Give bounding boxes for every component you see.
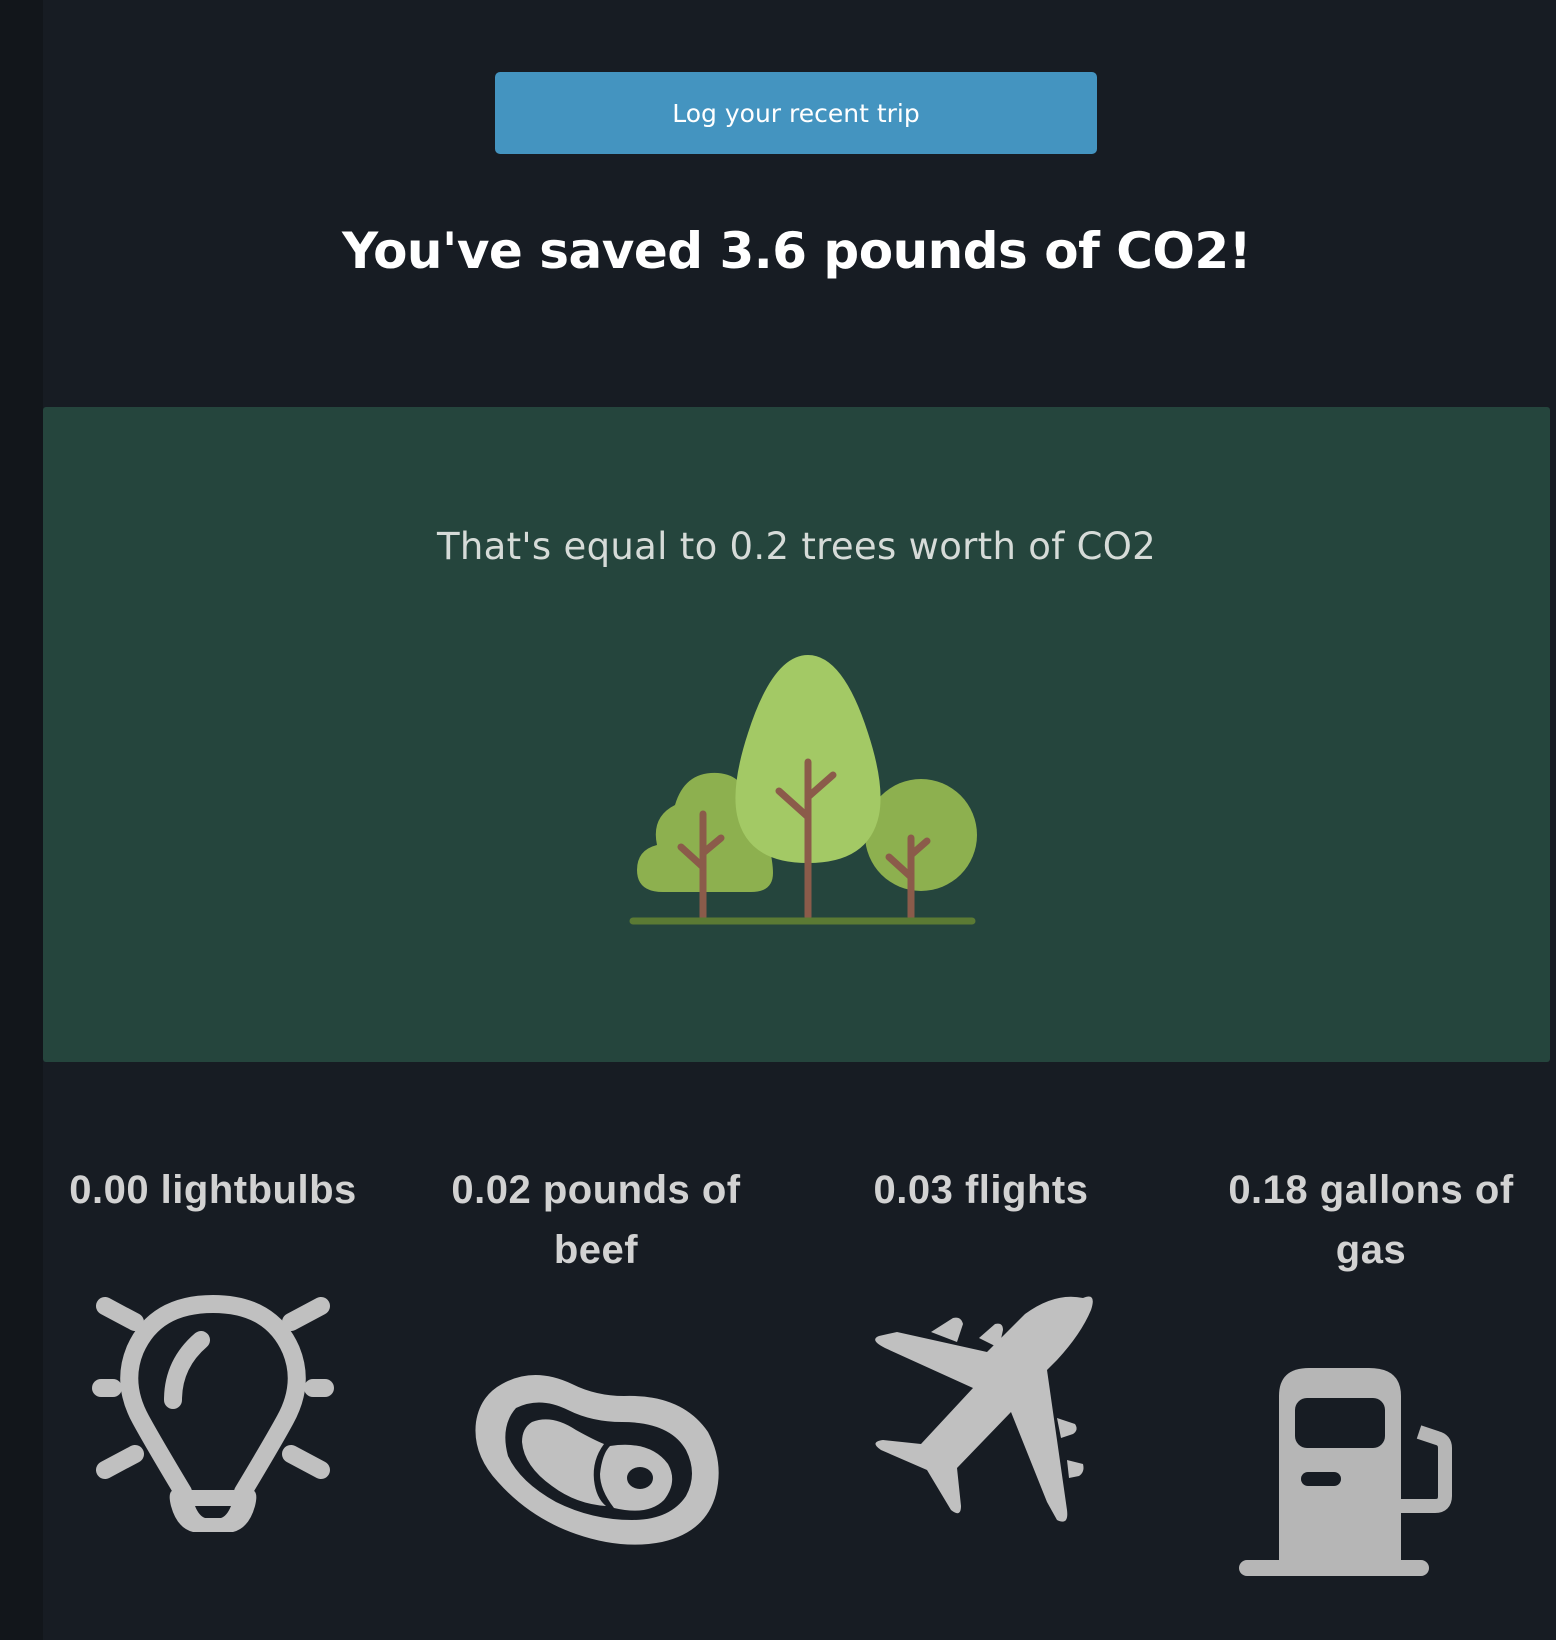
beef-label: 0.02 pounds of beef bbox=[451, 1168, 741, 1272]
equivalents-row: 0.00 lightbulbs 0.02 pounds of beef 0.03… bbox=[43, 1160, 1556, 1640]
main-content: Log your recent trip You've saved 3.6 po… bbox=[43, 0, 1556, 1640]
log-trip-button[interactable]: Log your recent trip bbox=[495, 72, 1097, 154]
equivalent-flights: 0.03 flights bbox=[811, 1160, 1151, 1522]
equivalent-gas: 0.18 gallons of gas bbox=[1201, 1160, 1541, 1576]
gas-pump-icon bbox=[1239, 1368, 1452, 1576]
steak-icon bbox=[475, 1375, 719, 1545]
flights-label: 0.03 flights bbox=[873, 1168, 1089, 1212]
airplane-icon bbox=[875, 1296, 1093, 1522]
left-sidebar-edge bbox=[0, 0, 43, 1640]
trees-icon bbox=[629, 655, 977, 925]
tree-equivalent-text: That's equal to 0.2 trees worth of CO2 bbox=[437, 525, 1156, 568]
lightbulb-icon bbox=[92, 1294, 334, 1532]
equivalent-beef: 0.02 pounds of beef bbox=[426, 1160, 766, 1545]
co2-saved-headline: You've saved 3.6 pounds of CO2! bbox=[341, 222, 1252, 280]
tree-equivalent-card: That's equal to 0.2 trees worth of CO2 bbox=[43, 407, 1550, 1062]
lightbulbs-label: 0.00 lightbulbs bbox=[69, 1168, 357, 1212]
gas-label: 0.18 gallons of gas bbox=[1228, 1168, 1514, 1272]
equivalent-lightbulbs: 0.00 lightbulbs bbox=[43, 1160, 383, 1532]
